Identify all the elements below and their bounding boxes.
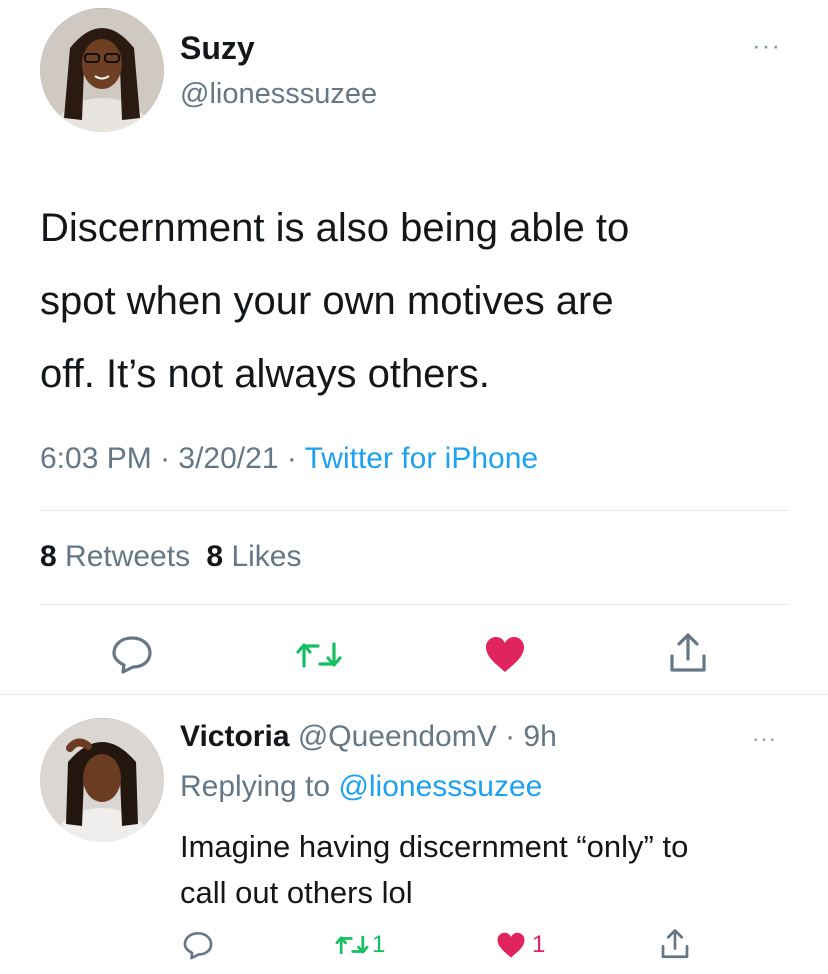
reply-icon[interactable] xyxy=(110,634,154,674)
divider xyxy=(0,694,828,695)
author-name[interactable]: Suzy xyxy=(180,30,255,67)
like-heart-icon[interactable] xyxy=(484,636,526,674)
reply-like-count: 1 xyxy=(532,931,546,958)
replying-to-handle[interactable]: @lionesssuzee xyxy=(338,770,542,803)
reply-text-line: call out others lol xyxy=(180,875,413,910)
reply-header: Victoria @QueendomV · 9h xyxy=(180,720,557,754)
author-avatar[interactable] xyxy=(40,8,164,132)
tweet-text-line: Discernment is also being able to xyxy=(40,206,630,250)
tweet-date[interactable]: 3/20/21 xyxy=(178,442,278,475)
reply-reply-icon[interactable] xyxy=(182,930,214,960)
likes-count: 8 xyxy=(206,540,224,573)
reply-author-avatar[interactable] xyxy=(40,718,164,842)
likes-stat[interactable]: 8 Likes xyxy=(206,540,301,573)
reply-author-name[interactable]: Victoria xyxy=(180,720,290,753)
tweet-source[interactable]: Twitter for iPhone xyxy=(305,442,538,475)
divider xyxy=(40,604,788,605)
tweet-text-line: spot when your own motives are xyxy=(40,279,614,323)
meta-separator: · xyxy=(496,720,524,753)
meta-separator: · xyxy=(151,442,179,475)
retweet-icon[interactable] xyxy=(294,640,344,670)
likes-label: Likes xyxy=(223,540,302,573)
tweet-text-line: off. It’s not always others. xyxy=(40,352,490,396)
reply-like-heart-icon[interactable] xyxy=(496,932,526,959)
reply-share-icon[interactable] xyxy=(660,928,690,960)
reply-retweet-count: 1 xyxy=(372,931,386,958)
reply-text: Imagine having discernment “only” to cal… xyxy=(180,824,800,916)
retweets-stat[interactable]: 8 Retweets xyxy=(40,540,190,573)
tweet-meta: 6:03 PM · 3/20/21 · Twitter for iPhone xyxy=(40,442,538,476)
engagement-stats: 8 Retweets 8 Likes xyxy=(40,540,301,574)
divider xyxy=(40,510,788,511)
tweet-time[interactable]: 6:03 PM xyxy=(40,442,152,475)
tweet-text: Discernment is also being able to spot w… xyxy=(40,192,800,411)
replying-to: Replying to @lionesssuzee xyxy=(180,770,542,804)
reply-age[interactable]: 9h xyxy=(523,720,556,753)
replying-to-prefix: Replying to xyxy=(180,770,339,803)
reply-more-options-icon[interactable]: ··· xyxy=(752,728,777,750)
reply-text-line: Imagine having discernment “only” to xyxy=(180,829,689,864)
reply-author-handle[interactable]: @QueendomV xyxy=(290,720,497,753)
share-icon[interactable] xyxy=(668,632,708,674)
meta-separator: · xyxy=(278,442,305,475)
reply-retweet-icon[interactable] xyxy=(334,934,370,956)
more-options-icon[interactable]: ··· xyxy=(752,32,781,58)
author-handle[interactable]: @lionesssuzee xyxy=(180,78,377,111)
retweets-count: 8 xyxy=(40,540,57,573)
retweets-label: Retweets xyxy=(56,540,191,573)
